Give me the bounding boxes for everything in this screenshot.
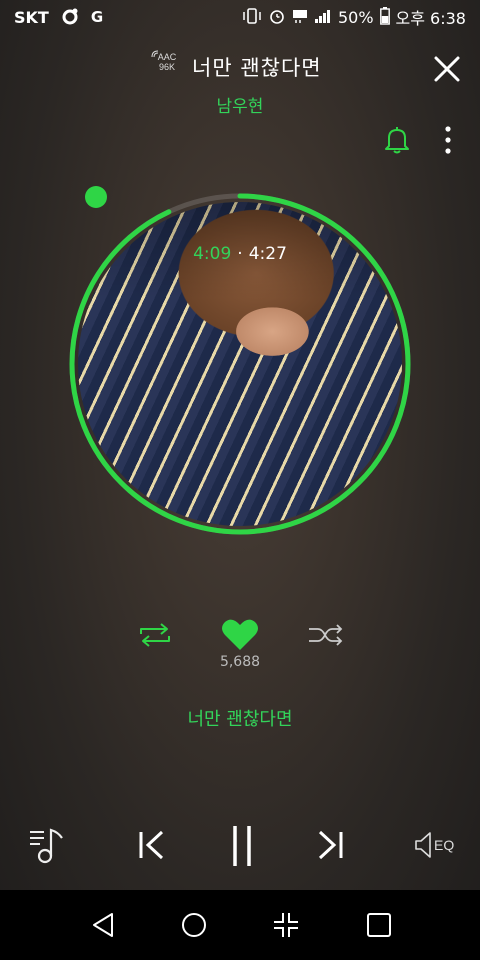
album-art-container[interactable]: 4:09 · 4:27 xyxy=(62,186,418,542)
shuffle-icon xyxy=(309,624,343,646)
previous-button[interactable] xyxy=(136,828,168,862)
heart-icon xyxy=(222,619,258,650)
close-button[interactable] xyxy=(432,54,462,84)
progress-ring[interactable] xyxy=(62,186,418,542)
ring-icon xyxy=(61,7,79,28)
recents-icon xyxy=(274,913,298,937)
playlist-icon xyxy=(30,828,63,864)
pause-button[interactable] xyxy=(228,824,256,868)
signal-icon xyxy=(314,8,332,27)
bell-icon xyxy=(385,127,409,154)
eq-label: EQ xyxy=(434,837,455,853)
close-icon xyxy=(434,56,460,82)
previous-icon xyxy=(139,830,164,860)
eq-icon xyxy=(415,832,431,858)
status-bar: SKT G 50% 오후 6:38 xyxy=(0,0,480,34)
battery-icon xyxy=(379,6,390,28)
battery-percent: 50% xyxy=(337,7,374,27)
codec-badge: AAC 96K xyxy=(150,50,184,72)
lyric-line[interactable]: 너만 괜찮다면 xyxy=(0,705,480,731)
system-nav-bar xyxy=(0,890,480,960)
g-icon: G xyxy=(90,7,104,26)
nav-back-button[interactable] xyxy=(88,910,118,940)
nav-home-button[interactable] xyxy=(179,910,209,940)
clock: 오후 6:38 xyxy=(395,9,466,28)
repeat-icon xyxy=(140,623,170,647)
more-options-button[interactable] xyxy=(438,124,458,156)
artist-name[interactable]: 남우현 xyxy=(0,92,480,117)
next-button[interactable] xyxy=(314,828,346,862)
carrier-label: SKT xyxy=(14,7,49,27)
notify-button[interactable] xyxy=(384,126,410,154)
next-icon xyxy=(318,830,343,860)
codec-bitrate: 96K xyxy=(158,62,175,72)
nav-recents-button[interactable] xyxy=(271,910,301,940)
repeat-button[interactable] xyxy=(136,620,174,650)
playback-controls: EQ xyxy=(0,820,480,876)
vibrate-icon xyxy=(242,7,262,27)
player-header: AAC 96K 너만 괜찮다면 남우현 xyxy=(0,46,480,117)
track-actions: 5,688 xyxy=(0,616,480,676)
nav-overview-button[interactable] xyxy=(364,910,394,940)
wave-icon xyxy=(151,50,159,58)
back-icon xyxy=(93,913,113,937)
equalizer-button[interactable]: EQ xyxy=(414,828,460,862)
lte-icon xyxy=(292,8,308,27)
playlist-button[interactable] xyxy=(28,824,68,866)
shuffle-button[interactable] xyxy=(306,620,346,650)
pause-icon xyxy=(233,826,251,866)
progress-knob[interactable] xyxy=(85,186,107,208)
more-icon xyxy=(445,126,451,154)
alarm-icon xyxy=(268,7,286,28)
square-icon xyxy=(367,913,391,937)
like-button[interactable] xyxy=(221,618,259,652)
song-title: 너만 괜찮다면 xyxy=(192,56,322,80)
like-count: 5,688 xyxy=(219,654,261,670)
home-icon xyxy=(182,913,206,937)
